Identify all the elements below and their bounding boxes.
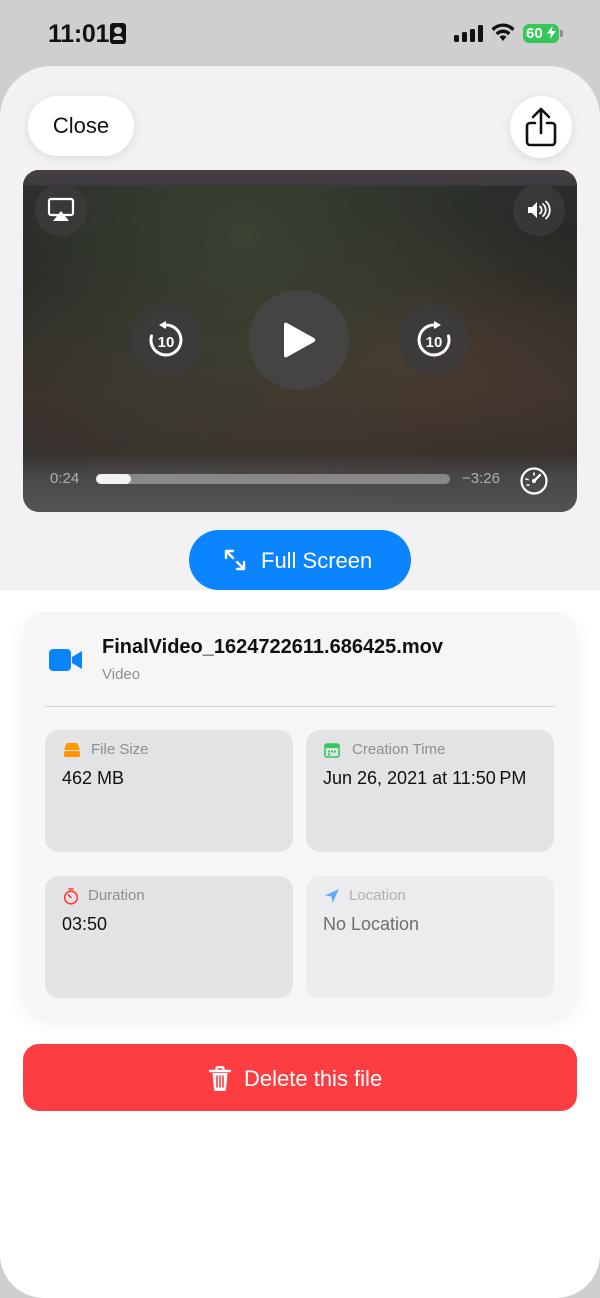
playback-scrubber[interactable] (96, 474, 450, 484)
file-detail-sheet: Close 10 10 0:24 −3:26 Full Screen Final… (0, 66, 600, 1298)
divider (45, 706, 555, 707)
file-size-value: 462 MB (62, 768, 125, 788)
location-arrow-icon (325, 889, 339, 903)
duration-label: Duration (88, 887, 145, 904)
playback-speed-button[interactable] (519, 466, 549, 501)
creation-time-label: Creation Time (352, 741, 446, 758)
battery-indicator: 60 (523, 24, 559, 43)
video-player[interactable]: 10 10 0:24 −3:26 (23, 170, 577, 512)
playback-progress-fill (96, 474, 132, 484)
drive-icon (64, 743, 80, 757)
full-screen-button[interactable]: Full Screen (189, 530, 411, 590)
volume-button[interactable] (513, 184, 565, 236)
delete-file-button[interactable]: Delete this file (23, 1044, 577, 1111)
creation-time-value: Jun 26, 2021 at 11:50 PM (323, 768, 527, 788)
delete-file-label: Delete this file (244, 1066, 383, 1091)
remaining-time: −3:26 (462, 470, 500, 487)
creation-time-tile: Creation Time Jun 26, 2021 at 11:50 PM (306, 730, 554, 852)
skip-back-button[interactable]: 10 (130, 304, 202, 376)
skip-back-seconds: 10 (158, 334, 175, 351)
file-info-card: FinalVideo_1624722611.686425.mov Video F… (23, 612, 577, 1020)
expand-arrows-icon (224, 549, 246, 571)
file-size-tile: File Size 462 MB (45, 730, 293, 852)
airplay-icon (47, 197, 75, 221)
file-size-label: File Size (91, 741, 149, 758)
share-icon (525, 107, 557, 147)
file-type: Video (102, 666, 141, 683)
full-screen-label: Full Screen (261, 548, 373, 573)
close-button[interactable]: Close (28, 96, 134, 156)
location-value: No Location (323, 914, 420, 934)
video-frame-sky (23, 170, 577, 186)
battery-cap (560, 30, 563, 37)
skip-forward-button[interactable]: 10 (398, 304, 470, 376)
cellular-signal-icon (454, 24, 484, 42)
trash-icon (209, 1066, 231, 1091)
charging-bolt-icon (546, 26, 556, 39)
skip-forward-10-icon: 10 (417, 321, 451, 357)
status-time: 11:01 (48, 20, 110, 48)
play-icon (284, 322, 316, 358)
play-button[interactable] (249, 290, 349, 390)
location-tile: Location No Location (306, 876, 554, 998)
share-button[interactable] (510, 96, 572, 158)
skip-forward-seconds: 10 (426, 334, 443, 351)
speaker-icon (528, 200, 551, 220)
duration-tile: Duration 03:50 (45, 876, 293, 998)
timer-icon (63, 888, 79, 905)
battery-level: 60 (526, 25, 543, 42)
status-bar: 11:01 60 (0, 0, 600, 66)
calendar-icon (324, 743, 340, 758)
focus-id-card-icon (110, 23, 126, 44)
gauge-icon (520, 467, 548, 495)
duration-value: 03:50 (62, 914, 108, 934)
airplay-button[interactable] (35, 184, 87, 236)
file-name: FinalVideo_1624722611.686425.mov (102, 636, 443, 658)
location-label: Location (349, 887, 406, 904)
wifi-icon (491, 23, 515, 41)
skip-back-10-icon: 10 (149, 321, 183, 357)
current-time: 0:24 (50, 470, 80, 487)
video-camera-icon (49, 649, 82, 671)
